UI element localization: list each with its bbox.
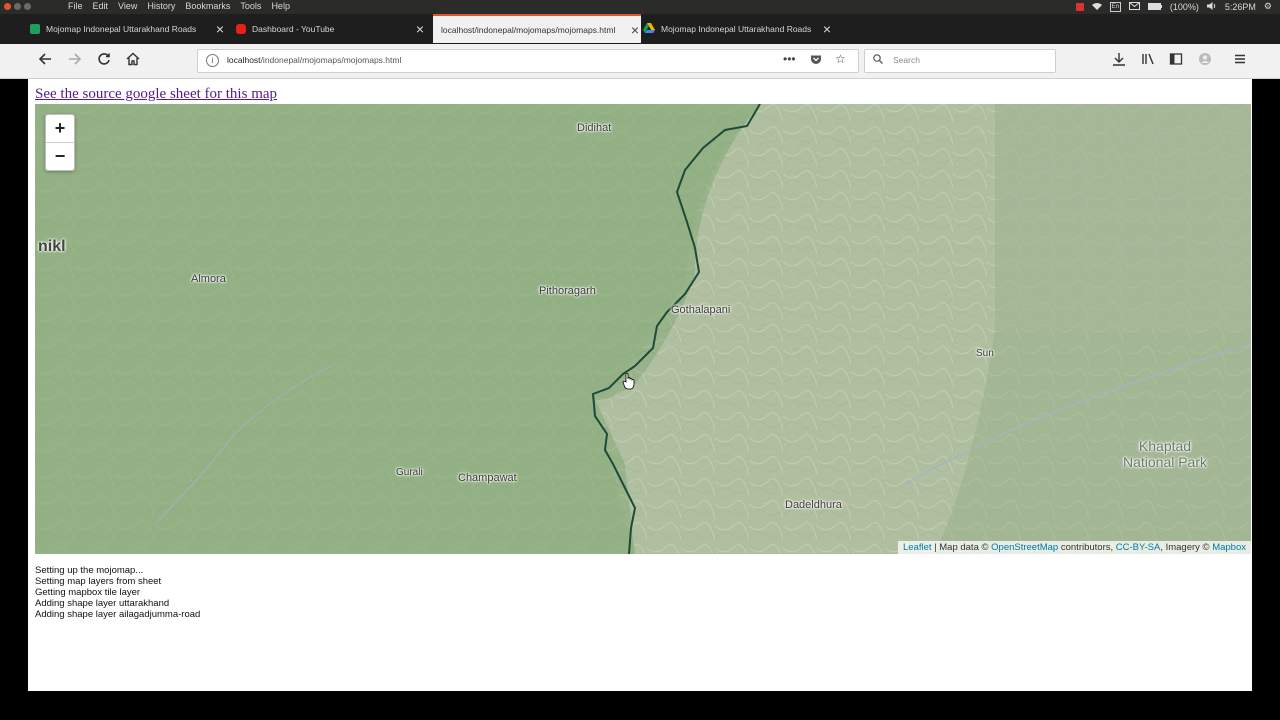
page-actions-icon[interactable]: ••• — [783, 52, 796, 66]
log-line: Setting map layers from sheet — [35, 576, 162, 587]
pocket-icon[interactable] — [810, 54, 822, 69]
close-window-icon[interactable] — [4, 3, 11, 10]
google-drive-icon — [643, 22, 655, 35]
log-line: Adding shape layer ailagadjumma-road — [35, 609, 201, 620]
log-line: Setting up the mojomap... — [35, 565, 144, 576]
search-box[interactable]: Search — [864, 49, 1056, 73]
attribution-contributors: contributors, — [1058, 542, 1116, 553]
place-label-khaptad-national-park: Khaptad National Park — [1122, 438, 1208, 470]
download-icon — [1113, 53, 1125, 66]
account-button[interactable] — [1194, 51, 1216, 71]
place-label-almora: Almora — [191, 273, 226, 285]
mapbox-link[interactable]: Mapbox — [1212, 542, 1246, 553]
cc-by-sa-link[interactable]: CC-BY-SA — [1116, 542, 1161, 553]
attribution-imagery: , Imagery © — [1160, 542, 1213, 553]
log-line: Getting mapbox tile layer — [35, 587, 141, 598]
place-label-dadeldhura: Dadeldhura — [785, 499, 842, 511]
place-label-didihat: Didihat — [577, 122, 612, 134]
site-info-icon[interactable]: i — [206, 54, 219, 67]
menu-tools[interactable]: Tools — [240, 1, 261, 11]
sidebar-button[interactable] — [1165, 51, 1187, 71]
hand-cursor-icon — [622, 372, 635, 390]
openstreetmap-link[interactable]: OpenStreetMap — [991, 542, 1058, 553]
close-tab-icon[interactable]: × — [821, 21, 833, 37]
reload-icon — [98, 53, 110, 65]
tab-mojomap-drive[interactable]: Mojomap Indonepal Uttarakhand Roads × — [643, 14, 833, 43]
menu-help[interactable]: Help — [271, 1, 290, 11]
leaflet-link[interactable]: Leaflet — [903, 542, 932, 553]
page-content: See the source google sheet for this map — [28, 79, 1252, 691]
place-label-pithoragarh: Pithoragarh — [539, 285, 596, 297]
status-log: Setting up the mojomap... Setting map la… — [35, 565, 200, 620]
url-host: localhost — [227, 55, 261, 65]
close-tab-icon[interactable]: × — [414, 21, 426, 37]
home-icon — [126, 52, 140, 66]
downloads-button[interactable] — [1108, 51, 1130, 71]
leaflet-map[interactable]: + − Didihat nikl Almora Pithoragarh Goth… — [35, 104, 1251, 554]
back-arrow-icon — [38, 53, 51, 65]
tab-mojomap-sheet[interactable]: Mojomap Indonepal Uttarakhand Roads × — [30, 14, 226, 43]
volume-icon[interactable] — [1206, 1, 1217, 12]
account-icon — [1199, 53, 1211, 65]
place-label-gothalapani: Gothalapani — [671, 304, 731, 316]
tab-title: Mojomap Indonepal Uttarakhand Roads — [661, 23, 812, 34]
tab-title: Dashboard - YouTube — [252, 23, 335, 34]
window-controls[interactable] — [4, 3, 31, 10]
place-label-gurali: Gurali — [396, 467, 423, 478]
log-line: Adding shape layer uttarakhand — [35, 598, 170, 609]
zoom-out-button[interactable]: − — [46, 143, 74, 170]
url-text[interactable]: localhost/indonepal/mojomaps/mojomaps.ht… — [227, 55, 401, 65]
place-label-sun: Sun — [976, 348, 994, 359]
zoom-in-button[interactable]: + — [46, 115, 74, 143]
menu-view[interactable]: View — [118, 1, 137, 11]
settings-gear-icon[interactable]: ⚙ — [1264, 1, 1272, 12]
tab-title: Mojomap Indonepal Uttarakhand Roads — [46, 23, 197, 34]
back-button[interactable] — [34, 51, 56, 71]
minimize-window-icon[interactable] — [14, 3, 21, 10]
open-menu-button[interactable] — [1229, 51, 1251, 71]
menu-history[interactable]: History — [147, 1, 175, 11]
home-button[interactable] — [122, 51, 144, 71]
forward-arrow-icon — [69, 53, 82, 65]
mail-icon[interactable] — [1128, 1, 1140, 12]
url-path: /indonepal/mojomaps/mojomaps.html — [260, 55, 402, 65]
tab-youtube-dashboard[interactable]: Dashboard - YouTube × — [236, 14, 426, 43]
menu-edit[interactable]: Edit — [93, 1, 109, 11]
terrain-tiles — [35, 104, 1251, 554]
bookmark-star-icon[interactable]: ☆ — [835, 52, 846, 66]
close-tab-icon[interactable]: × — [214, 21, 226, 37]
menu-file[interactable]: File — [68, 1, 83, 11]
record-icon[interactable] — [1075, 2, 1084, 11]
forward-button[interactable] — [64, 51, 86, 71]
close-tab-icon[interactable]: × — [629, 22, 641, 38]
browser-tabstrip: Mojomap Indonepal Uttarakhand Roads × Da… — [0, 14, 1280, 44]
os-menubar: File Edit View History Bookmarks Tools H… — [0, 0, 1280, 14]
menu-bookmarks[interactable]: Bookmarks — [185, 1, 230, 11]
clock[interactable]: 5:26PM — [1225, 2, 1256, 12]
tab-title: localhost/indonepal/mojomaps/mojomaps.ht… — [441, 24, 616, 35]
maximize-window-icon[interactable] — [24, 3, 31, 10]
keyboard-layout-icon[interactable]: En — [1109, 1, 1121, 12]
battery-icon[interactable] — [1147, 2, 1162, 12]
url-bar[interactable]: i localhost/indonepal/mojomaps/mojomaps.… — [197, 49, 859, 73]
map-attribution: Leaflet | Map data © OpenStreetMap contr… — [897, 541, 1251, 554]
youtube-icon — [236, 23, 246, 34]
battery-percent: (100%) — [1169, 1, 1199, 12]
library-button[interactable] — [1137, 51, 1159, 71]
place-label-champawat: Champawat — [458, 472, 517, 484]
google-sheets-icon — [30, 23, 40, 34]
source-sheet-link[interactable]: See the source google sheet for this map — [35, 86, 277, 103]
zoom-control: + − — [45, 114, 75, 171]
sidebar-icon — [1169, 53, 1183, 65]
reload-button[interactable] — [93, 51, 115, 71]
attribution-map-data: | Map data © — [931, 542, 992, 553]
tab-localhost-mojomaps[interactable]: localhost/indonepal/mojomaps/mojomaps.ht… — [433, 14, 641, 43]
search-placeholder: Search — [893, 55, 920, 65]
hamburger-menu-icon — [1235, 54, 1245, 64]
search-icon — [873, 54, 883, 64]
place-label-nikl: nikl — [38, 238, 66, 255]
browser-navbar: i localhost/indonepal/mojomaps/mojomaps.… — [0, 44, 1280, 79]
library-icon — [1142, 53, 1154, 65]
wifi-icon[interactable] — [1091, 2, 1102, 12]
